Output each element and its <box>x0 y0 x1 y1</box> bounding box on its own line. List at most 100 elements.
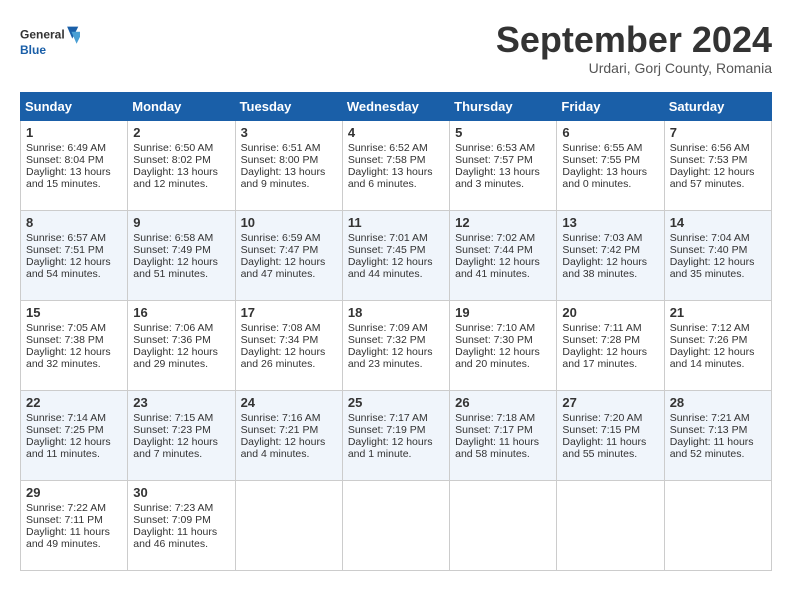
calendar-cell: 28Sunrise: 7:21 AMSunset: 7:13 PMDayligh… <box>664 390 771 480</box>
day-info-line: Daylight: 12 hours <box>26 256 122 268</box>
calendar-cell: 6Sunrise: 6:55 AMSunset: 7:55 PMDaylight… <box>557 120 664 210</box>
weekday-header-wednesday: Wednesday <box>342 92 449 120</box>
day-info-line: and 3 minutes. <box>455 178 551 190</box>
day-info-line: Sunrise: 6:49 AM <box>26 142 122 154</box>
day-info-line: and 6 minutes. <box>348 178 444 190</box>
calendar-cell: 8Sunrise: 6:57 AMSunset: 7:51 PMDaylight… <box>21 210 128 300</box>
day-info-line: Sunset: 7:38 PM <box>26 334 122 346</box>
day-number: 7 <box>670 125 766 140</box>
day-info-line: Daylight: 11 hours <box>670 436 766 448</box>
calendar-table: SundayMondayTuesdayWednesdayThursdayFrid… <box>20 92 772 571</box>
day-info-line: Sunset: 7:30 PM <box>455 334 551 346</box>
day-info-line: Daylight: 12 hours <box>562 256 658 268</box>
day-number: 18 <box>348 305 444 320</box>
day-info-line: Sunset: 7:23 PM <box>133 424 229 436</box>
day-info-line: Daylight: 12 hours <box>455 256 551 268</box>
weekday-header-tuesday: Tuesday <box>235 92 342 120</box>
day-info-line: and 26 minutes. <box>241 358 337 370</box>
weekday-header-sunday: Sunday <box>21 92 128 120</box>
calendar-cell: 29Sunrise: 7:22 AMSunset: 7:11 PMDayligh… <box>21 480 128 570</box>
day-info-line: Sunset: 7:28 PM <box>562 334 658 346</box>
day-number: 14 <box>670 215 766 230</box>
day-info-line: Daylight: 11 hours <box>26 526 122 538</box>
day-info-line: Sunrise: 7:16 AM <box>241 412 337 424</box>
calendar-cell: 11Sunrise: 7:01 AMSunset: 7:45 PMDayligh… <box>342 210 449 300</box>
day-number: 27 <box>562 395 658 410</box>
day-info-line: Daylight: 12 hours <box>670 166 766 178</box>
day-info-line: and 29 minutes. <box>133 358 229 370</box>
calendar-cell: 3Sunrise: 6:51 AMSunset: 8:00 PMDaylight… <box>235 120 342 210</box>
day-info-line: Sunrise: 7:11 AM <box>562 322 658 334</box>
day-number: 28 <box>670 395 766 410</box>
day-info-line: Sunset: 8:04 PM <box>26 154 122 166</box>
day-number: 25 <box>348 395 444 410</box>
day-info-line: Daylight: 12 hours <box>348 346 444 358</box>
day-number: 11 <box>348 215 444 230</box>
day-info-line: and 52 minutes. <box>670 448 766 460</box>
day-info-line: Sunrise: 7:09 AM <box>348 322 444 334</box>
calendar-week-3: 15Sunrise: 7:05 AMSunset: 7:38 PMDayligh… <box>21 300 772 390</box>
day-info-line: and 0 minutes. <box>562 178 658 190</box>
calendar-cell: 7Sunrise: 6:56 AMSunset: 7:53 PMDaylight… <box>664 120 771 210</box>
day-info-line: Daylight: 12 hours <box>133 346 229 358</box>
day-info-line: Daylight: 12 hours <box>348 436 444 448</box>
day-info-line: Daylight: 12 hours <box>348 256 444 268</box>
day-info-line: Daylight: 12 hours <box>670 256 766 268</box>
day-info-line: Sunset: 7:58 PM <box>348 154 444 166</box>
calendar-cell: 19Sunrise: 7:10 AMSunset: 7:30 PMDayligh… <box>450 300 557 390</box>
day-info-line: and 4 minutes. <box>241 448 337 460</box>
day-info-line: Sunset: 7:19 PM <box>348 424 444 436</box>
weekday-header-thursday: Thursday <box>450 92 557 120</box>
svg-text:Blue: Blue <box>20 43 46 57</box>
calendar-cell: 18Sunrise: 7:09 AMSunset: 7:32 PMDayligh… <box>342 300 449 390</box>
day-number: 20 <box>562 305 658 320</box>
day-info-line: Daylight: 13 hours <box>241 166 337 178</box>
day-info-line: Sunrise: 7:21 AM <box>670 412 766 424</box>
calendar-cell: 15Sunrise: 7:05 AMSunset: 7:38 PMDayligh… <box>21 300 128 390</box>
day-number: 30 <box>133 485 229 500</box>
day-info-line: Sunset: 7:09 PM <box>133 514 229 526</box>
day-info-line: and 44 minutes. <box>348 268 444 280</box>
calendar-cell <box>664 480 771 570</box>
day-number: 6 <box>562 125 658 140</box>
day-info-line: and 57 minutes. <box>670 178 766 190</box>
calendar-cell: 2Sunrise: 6:50 AMSunset: 8:02 PMDaylight… <box>128 120 235 210</box>
day-info-line: Sunrise: 6:50 AM <box>133 142 229 154</box>
day-info-line: Daylight: 12 hours <box>133 256 229 268</box>
day-info-line: Daylight: 11 hours <box>133 526 229 538</box>
day-info-line: Sunrise: 7:05 AM <box>26 322 122 334</box>
calendar-cell: 14Sunrise: 7:04 AMSunset: 7:40 PMDayligh… <box>664 210 771 300</box>
calendar-cell: 30Sunrise: 7:23 AMSunset: 7:09 PMDayligh… <box>128 480 235 570</box>
day-info-line: and 23 minutes. <box>348 358 444 370</box>
day-info-line: Sunrise: 6:53 AM <box>455 142 551 154</box>
day-info-line: Sunrise: 6:51 AM <box>241 142 337 154</box>
day-info-line: Daylight: 13 hours <box>133 166 229 178</box>
calendar-week-2: 8Sunrise: 6:57 AMSunset: 7:51 PMDaylight… <box>21 210 772 300</box>
day-info-line: Daylight: 12 hours <box>26 436 122 448</box>
logo-icon: General Blue <box>20 20 80 64</box>
day-info-line: Sunrise: 7:12 AM <box>670 322 766 334</box>
day-info-line: Sunrise: 7:02 AM <box>455 232 551 244</box>
day-info-line: Sunset: 8:00 PM <box>241 154 337 166</box>
day-info-line: Daylight: 12 hours <box>133 436 229 448</box>
day-number: 19 <box>455 305 551 320</box>
day-info-line: and 17 minutes. <box>562 358 658 370</box>
day-info-line: Daylight: 13 hours <box>26 166 122 178</box>
calendar-cell <box>342 480 449 570</box>
calendar-cell <box>557 480 664 570</box>
day-info-line: and 7 minutes. <box>133 448 229 460</box>
day-info-line: Sunset: 7:53 PM <box>670 154 766 166</box>
day-info-line: Sunrise: 7:06 AM <box>133 322 229 334</box>
day-info-line: Daylight: 12 hours <box>670 346 766 358</box>
day-number: 23 <box>133 395 229 410</box>
day-info-line: and 11 minutes. <box>26 448 122 460</box>
day-info-line: and 12 minutes. <box>133 178 229 190</box>
day-number: 26 <box>455 395 551 410</box>
day-info-line: Sunset: 7:49 PM <box>133 244 229 256</box>
day-info-line: and 58 minutes. <box>455 448 551 460</box>
day-info-line: Sunset: 7:34 PM <box>241 334 337 346</box>
day-number: 5 <box>455 125 551 140</box>
day-info-line: Sunset: 7:26 PM <box>670 334 766 346</box>
day-number: 24 <box>241 395 337 410</box>
day-number: 8 <box>26 215 122 230</box>
